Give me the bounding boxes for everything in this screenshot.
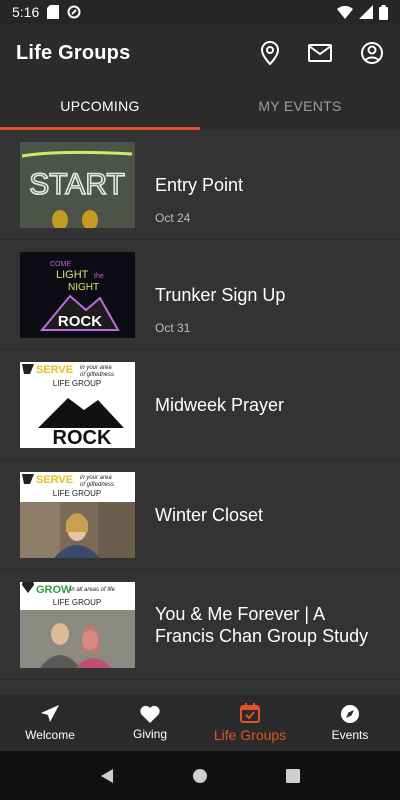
thumb-text: of giftedness	[80, 372, 114, 378]
event-title: Trunker Sign Up	[155, 284, 286, 305]
page-title: Life Groups	[16, 41, 131, 64]
thumb-text: in your area	[80, 475, 112, 481]
signal-icon	[359, 5, 373, 19]
event-thumbnail: GROW in all areas of life LIFE GROUP	[20, 581, 135, 668]
paper-plane-icon	[41, 705, 59, 722]
event-thumbnail: COME LIGHT the NIGHT ROCK	[20, 251, 135, 338]
list-item[interactable]: GROW in all areas of life LIFE GROUP You…	[0, 570, 400, 680]
status-bar: 5:16	[0, 0, 400, 24]
tab-my-events[interactable]: MY EVENTS	[200, 82, 400, 130]
nav-label: Events	[331, 728, 369, 742]
recents-icon[interactable]	[285, 768, 301, 784]
wifi-icon	[337, 5, 353, 19]
nav-welcome[interactable]: Welcome	[0, 695, 100, 751]
thumb-text: LIFE GROUP	[53, 379, 101, 388]
event-title: You & Me Forever | A Francis Chan Group …	[155, 603, 369, 646]
thumb-text: in your area	[80, 365, 112, 371]
sd-card-icon	[47, 5, 60, 19]
thumb-text: LIGHT	[56, 269, 89, 281]
event-title: Midweek Prayer	[155, 394, 285, 415]
event-thumbnail: SERVE in your area of giftedness LIFE GR…	[20, 471, 135, 558]
nav-life-groups[interactable]: Life Groups	[200, 695, 300, 751]
data-saver-icon	[67, 5, 81, 19]
list-item[interactable]: SERVE in your area of giftedness LIFE GR…	[0, 460, 400, 570]
event-title: Entry Point	[155, 174, 244, 195]
tab-upcoming[interactable]: UPCOMING	[0, 82, 200, 130]
nav-giving[interactable]: Giving	[100, 695, 200, 751]
bottom-navigation: Welcome Giving Life Groups Events	[0, 695, 400, 751]
home-icon[interactable]	[192, 768, 208, 784]
nav-label: Life Groups	[213, 727, 287, 743]
thumb-text: LIFE GROUP	[53, 598, 101, 607]
thumb-text: in all areas of life	[70, 587, 116, 593]
list-item[interactable]: START Entry Point Oct 24	[0, 130, 400, 240]
location-pin-icon[interactable]	[260, 41, 280, 65]
thumb-text: SERVE	[36, 474, 73, 486]
thumb-text: GROW	[36, 584, 72, 596]
event-date: Oct 24	[155, 211, 191, 225]
thumb-text: LIFE GROUP	[53, 489, 101, 498]
list-item[interactable]: SERVE in your area of giftedness LIFE GR…	[0, 350, 400, 460]
thumb-text: NIGHT	[68, 282, 99, 293]
thumb-text: COME	[50, 261, 71, 268]
calendar-check-icon	[240, 703, 260, 723]
system-navigation-bar	[0, 751, 400, 800]
tab-bar: UPCOMING MY EVENTS	[0, 82, 400, 130]
thumb-text: of giftedness	[80, 482, 114, 488]
battery-icon	[379, 4, 388, 20]
status-time: 5:16	[12, 4, 40, 20]
tab-label: MY EVENTS	[258, 98, 342, 114]
nav-label: Giving	[132, 727, 167, 741]
event-thumbnail: SERVE in your area of giftedness LIFE GR…	[20, 361, 135, 448]
thumb-text: ROCK	[53, 427, 112, 448]
back-icon[interactable]	[99, 768, 115, 784]
thumb-text: the	[94, 273, 104, 280]
heart-icon	[140, 705, 160, 723]
tab-label: UPCOMING	[60, 98, 140, 114]
mail-icon[interactable]	[308, 44, 332, 62]
event-date: Oct 31	[155, 321, 191, 335]
account-icon[interactable]	[360, 41, 384, 65]
app-bar: Life Groups	[0, 24, 400, 82]
nav-events[interactable]: Events	[300, 695, 400, 751]
list-item[interactable]: COME LIGHT the NIGHT ROCK Trunker Sign U…	[0, 240, 400, 350]
compass-icon	[341, 705, 359, 723]
thumb-text: SERVE	[36, 364, 73, 376]
event-thumbnail: START	[20, 141, 135, 228]
event-title: Winter Closet	[155, 504, 264, 525]
thumb-text-start: START	[29, 168, 125, 201]
nav-label: Welcome	[25, 728, 75, 742]
event-list[interactable]: START Entry Point Oct 24 COME LIGHT the …	[0, 130, 400, 695]
thumb-text: ROCK	[58, 313, 102, 330]
